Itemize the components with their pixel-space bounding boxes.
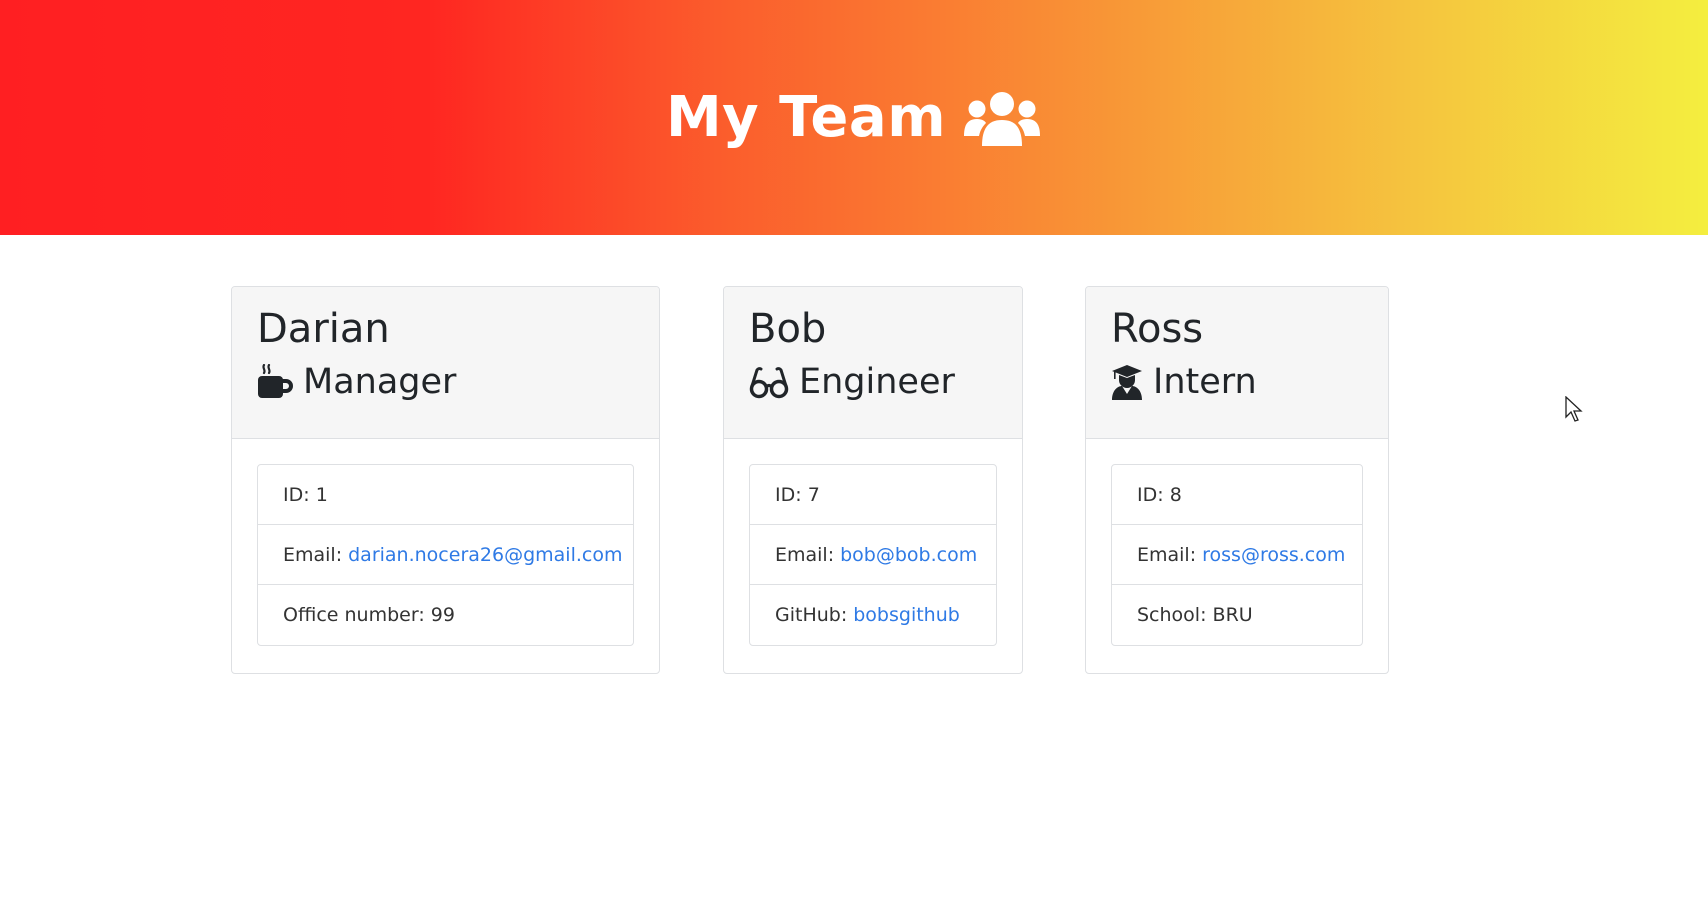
id-label: ID: — [1137, 483, 1164, 506]
id-value: 1 — [315, 483, 328, 506]
employee-role: Manager — [257, 361, 634, 403]
details-list: ID: 8 Email: ross@ross.com School: BRU — [1111, 464, 1363, 646]
id-value: 7 — [807, 483, 820, 506]
id-value: 8 — [1169, 483, 1182, 506]
employee-name: Ross — [1111, 306, 1204, 352]
card-header: Bob Engineer — [724, 287, 1022, 439]
email-link[interactable]: darian.nocera26@gmail.com — [348, 544, 622, 566]
github-label: GitHub: — [775, 604, 848, 626]
coffee-mug-icon — [257, 364, 293, 400]
mouse-cursor-icon — [1565, 395, 1585, 428]
github-item: GitHub: bobsgithub — [750, 585, 996, 645]
email-item: Email: bob@bob.com — [750, 525, 996, 585]
id-item: ID: 1 — [258, 465, 633, 525]
header-title-group: My Team — [665, 85, 1041, 150]
school-item: School: BRU — [1112, 585, 1362, 645]
role-label: Engineer — [799, 362, 955, 402]
employee-card-engineer: Bob Engineer ID: 7 Email: bob@bob.com Gi… — [723, 286, 1023, 674]
school-label: School: — [1137, 604, 1207, 626]
employee-name: Bob — [749, 306, 827, 352]
graduate-icon — [1111, 364, 1143, 400]
details-list: ID: 7 Email: bob@bob.com GitHub: bobsgithu… — [749, 464, 997, 646]
role-label: Intern — [1153, 362, 1257, 402]
github-link[interactable]: bobsgithub — [853, 604, 960, 626]
email-item: Email: ross@ross.com — [1112, 525, 1362, 585]
id-item: ID: 8 — [1112, 465, 1362, 525]
users-icon — [964, 90, 1041, 146]
card-body: ID: 8 Email: ross@ross.com School: BRU — [1086, 439, 1388, 646]
employee-card-intern: Ross Intern ID: 8 Email: ross@ross.com S… — [1085, 286, 1389, 674]
card-header: Ross Intern — [1086, 287, 1388, 439]
employee-card-manager: Darian Manager ID: 1 Email: darian.nocera… — [231, 286, 660, 674]
office-number-label: Office number: — [283, 604, 425, 626]
employee-role: Intern — [1111, 361, 1363, 403]
id-item: ID: 7 — [750, 465, 996, 525]
employee-role: Engineer — [749, 361, 997, 403]
employee-name: Darian — [257, 306, 390, 352]
id-label: ID: — [283, 483, 310, 506]
email-item: Email: darian.nocera26@gmail.com — [258, 525, 633, 585]
email-label: Email: — [283, 543, 343, 566]
card-body: ID: 1 Email: darian.nocera26@gmail.com Of… — [232, 439, 659, 646]
email-link[interactable]: bob@bob.com — [840, 544, 977, 566]
page-header: My Team — [0, 0, 1708, 235]
card-header: Darian Manager — [232, 287, 659, 439]
email-link[interactable]: ross@ross.com — [1202, 544, 1345, 566]
email-label: Email: — [1137, 543, 1197, 566]
office-number-value: 99 — [430, 604, 455, 626]
card-body: ID: 7 Email: bob@bob.com GitHub: bobsgithu… — [724, 439, 1022, 646]
school-value: BRU — [1212, 604, 1253, 626]
glasses-icon — [749, 364, 789, 400]
details-list: ID: 1 Email: darian.nocera26@gmail.com Of… — [257, 464, 634, 646]
id-label: ID: — [775, 483, 802, 506]
page-title: My Team — [665, 85, 947, 150]
email-label: Email: — [775, 543, 835, 566]
office-number-item: Office number: 99 — [258, 585, 633, 645]
role-label: Manager — [303, 362, 457, 402]
